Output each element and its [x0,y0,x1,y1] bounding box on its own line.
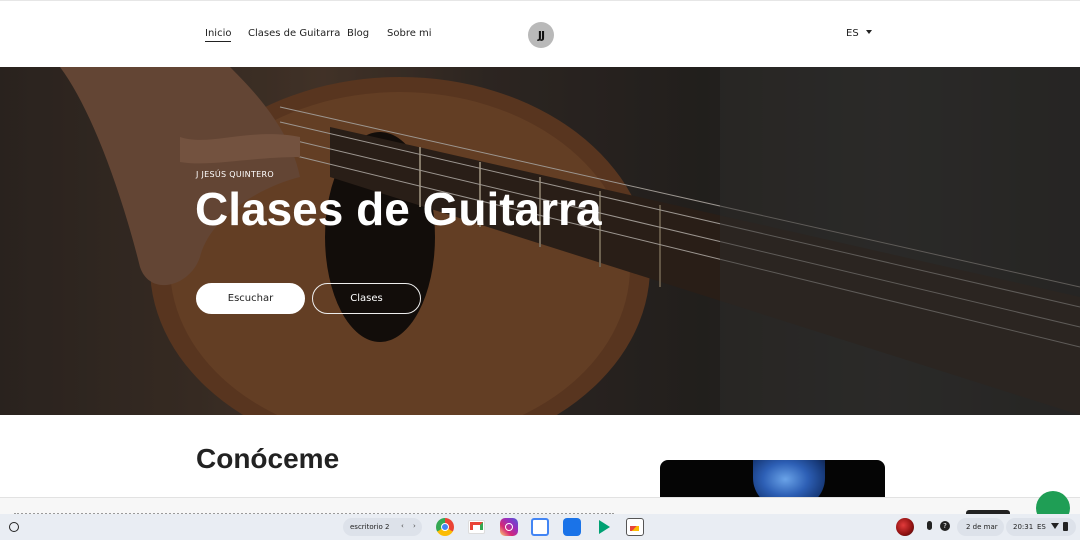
battery-icon [1063,522,1068,531]
chevron-right-icon[interactable]: › [413,522,416,530]
nav-link-sobre-mi[interactable]: Sobre mi [387,28,432,39]
chrome-icon[interactable] [436,518,454,536]
chevron-left-icon[interactable]: ‹ [401,522,404,530]
clock-text: 20:31 [1013,523,1034,531]
site-logo[interactable]: JJ [528,22,554,48]
screen: Inicio Clases de Guitarra Blog Sobre mi … [0,0,1080,540]
nav-link-inicio[interactable]: Inicio [205,28,232,42]
os-shelf: escritorio 2 ‹ › ? 2 de mar 20:31 ES [0,514,1080,540]
files-icon[interactable] [563,518,581,536]
hero-overlay [0,67,1080,415]
input-language: ES [1037,523,1046,531]
nav-link-blog[interactable]: Blog [347,28,369,39]
hero-title: Clases de Guitarra [195,183,602,235]
clases-button[interactable]: Clases [312,283,421,314]
help-icon[interactable]: ? [940,521,950,531]
escuchar-button[interactable]: Escuchar [196,283,305,314]
site-header: Inicio Clases de Guitarra Blog Sobre mi … [0,0,1080,67]
hero-eyebrow: J JESÚS QUINTERO [196,170,274,179]
wifi-icon [1051,523,1059,529]
language-selector[interactable]: ES [846,28,859,39]
calendar-icon[interactable] [531,518,549,536]
gallery-icon[interactable] [626,518,644,536]
gmail-icon[interactable] [468,520,485,534]
launcher-icon[interactable] [9,522,19,532]
instagram-icon[interactable] [500,518,518,536]
nav-link-clases-de-guitarra[interactable]: Clases de Guitarra [248,28,340,39]
hero-section: J JESÚS QUINTERO Clases de Guitarra Escu… [0,67,1080,415]
date-text: 2 de mar [966,523,998,531]
chevron-down-icon[interactable] [866,30,872,34]
about-title: Conóceme [196,443,340,474]
account-avatar[interactable] [896,518,914,536]
microphone-icon[interactable] [927,521,932,530]
desk-label[interactable]: escritorio 2 [350,523,389,531]
play-store-icon[interactable] [595,518,613,536]
